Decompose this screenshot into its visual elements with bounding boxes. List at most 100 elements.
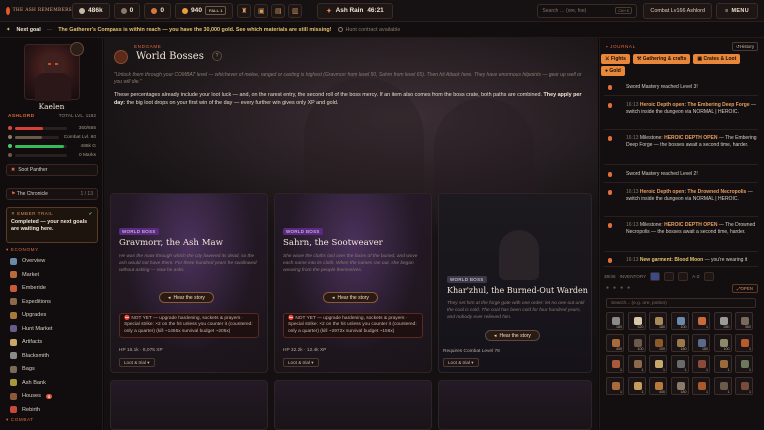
inventory-slot[interactable]: 1 (735, 355, 753, 373)
inventory-slot[interactable]: 180 (670, 376, 689, 395)
boss-card-locked (438, 380, 592, 430)
help-button[interactable]: ? (212, 51, 222, 61)
sort-button[interactable]: A-Z (692, 274, 699, 279)
fire-stat[interactable]: 940 FALL 1 (175, 2, 234, 19)
search-input[interactable]: Search … (ore, foe) Ctrl+K (537, 3, 638, 18)
hear-story-button[interactable]: ◂ Hear the story (485, 330, 540, 341)
inventory-slot[interactable]: 180 (606, 312, 624, 330)
inventory-slot[interactable]: 100 (627, 333, 646, 352)
tab-dot[interactable]: ● (606, 285, 609, 291)
history-button[interactable]: ↺ History (732, 42, 759, 51)
inventory-slot[interactable]: 1 (713, 376, 732, 395)
open-button[interactable]: ⤢ OPEN (732, 284, 758, 293)
heart-icon (8, 126, 12, 130)
inventory-slot[interactable]: 1 (692, 312, 710, 330)
world-boss-tag: WORLD BOSS (119, 228, 159, 235)
item-icon (633, 317, 642, 325)
filter-gathering[interactable]: ⚒ Gathering & crafts (632, 54, 691, 64)
sidebar-item-market[interactable]: Market (6, 269, 98, 281)
sidebar-item-label: Houses (22, 393, 41, 399)
inventory-search-input[interactable]: Search... (e.g. ore, potion) (606, 298, 756, 308)
brand[interactable]: THE ASH REMEMBERS (0, 6, 72, 15)
inventory-slot[interactable]: 100 (670, 312, 689, 330)
menu-button[interactable]: ≡ MENU (715, 2, 758, 19)
inventory-slot[interactable]: 1 (670, 355, 689, 373)
inventory-slot[interactable]: 1 (627, 376, 646, 395)
hear-story-button[interactable]: ◂ Hear the story (159, 292, 214, 303)
sidebar-item-ash-bank[interactable]: Ash Bank (6, 377, 98, 389)
pencil-icon[interactable] (703, 271, 714, 281)
sidebar-item-overview[interactable]: Overview (6, 255, 98, 267)
pet-panel[interactable]: ✖ Soot Panther (6, 164, 98, 176)
tab-dot[interactable]: ● (620, 285, 623, 291)
hunt-contract[interactable]: Hunt contract available (337, 27, 400, 33)
boss-card-sahrn[interactable]: WORLD BOSS Sahrn, the Sootweaver She wov… (274, 193, 432, 373)
tab-dot[interactable]: ● (613, 285, 616, 291)
rank-badge-icon[interactable] (70, 42, 84, 56)
inventory-slot[interactable]: 100 (713, 333, 732, 352)
filter-icon[interactable] (664, 271, 675, 281)
coins-stat[interactable]: 0 (113, 2, 141, 19)
grid-view-icon[interactable] (650, 271, 661, 281)
ember-trail-panel[interactable]: ✕ EMBER TRAIL ✔ Completed — your next goa… (6, 207, 98, 243)
ash-rain-timer[interactable]: ✦ Ash Rain 46:21 (317, 2, 393, 19)
sidebar-item-rebirth[interactable]: Rebirth (6, 404, 98, 416)
chronicle-panel[interactable]: ⚑ The Chronicle 1 / 13 (6, 188, 98, 200)
portrait-body (35, 73, 71, 101)
inventory-slot[interactable]: 1 (735, 333, 753, 352)
sidebar-item-upgrades[interactable]: Upgrades (6, 309, 98, 321)
loot-trial-button[interactable]: Loot & trial ▾ (119, 358, 155, 367)
chest-icon[interactable]: ▣ (254, 3, 269, 18)
play-icon: ◂ (168, 294, 171, 301)
book-icon[interactable]: ▥ (288, 3, 303, 18)
ash-stat[interactable]: 486k (72, 2, 110, 19)
boss-card-gravmorr[interactable]: WORLD BOSS Gravmorr, the Ash Maw He was … (110, 193, 268, 373)
filter-crates[interactable]: ▣ Crates & Loot (693, 54, 741, 64)
scroll-icon[interactable]: ▤ (271, 3, 286, 18)
gem-icon[interactable] (678, 271, 689, 281)
inventory-slot[interactable]: 1 (692, 355, 710, 373)
inventory-slot[interactable]: 1 (606, 355, 624, 373)
not-yet-warning: ⛔ NOT YET — upgrade hardening, sockets &… (283, 313, 423, 339)
boss-card-kharzhul[interactable]: WORLD BOSS Khar'zhul, the Burned-Out War… (438, 193, 592, 373)
inventory-slot[interactable]: 400 (606, 333, 624, 352)
sidebar-item-bags[interactable]: Bags (6, 363, 98, 375)
inventory-slot[interactable]: 180 (649, 312, 667, 330)
chronicle-count: 1 / 13 (80, 191, 93, 197)
inventory-slot[interactable]: 100 (649, 333, 667, 352)
loot-trial-button[interactable]: Loot & trial ▾ (283, 358, 319, 367)
sidebar-item-hunt-market[interactable]: Hunt Market (6, 323, 98, 335)
sidebar-item-emberide[interactable]: Emberide (6, 282, 98, 294)
loot-description: These percentages already include your l… (114, 91, 584, 107)
inventory-slot[interactable]: 1 (735, 376, 753, 395)
inventory-slot[interactable]: 440 (649, 376, 667, 395)
inventory-slot[interactable]: 180 (670, 333, 689, 352)
loot-trial-button[interactable]: Loot & trial ▾ (443, 358, 479, 367)
inventory-slot[interactable]: 360 (735, 312, 753, 330)
sidebar-item-houses[interactable]: Houses 8 (6, 390, 98, 402)
item-icon (612, 360, 620, 368)
not-yet-text: NOT YET — upgrade hardening, sockets & p… (288, 316, 417, 334)
combat-level-button[interactable]: Combat Lv166 Ashlord (643, 2, 712, 19)
inventory-slot[interactable]: 280 (713, 312, 732, 330)
inventory-slot[interactable]: 1 (627, 355, 646, 373)
trophy-icon[interactable]: ♜ (237, 3, 252, 18)
item-icon (719, 317, 728, 325)
sidebar-item-expeditions[interactable]: Expeditions (6, 296, 98, 308)
sidebar-item-blacksmith[interactable]: Blacksmith (6, 350, 98, 362)
inventory-slot[interactable]: 180 (692, 333, 710, 352)
goal-text[interactable]: The Gatherer's Compass is within reach —… (58, 27, 331, 33)
filter-gold[interactable]: ● Gold (601, 66, 625, 76)
filter-fights[interactable]: ⚔ Fights (601, 54, 630, 64)
hear-story-button[interactable]: ◂ Hear the story (323, 292, 378, 303)
item-count: 1 (727, 389, 730, 394)
inventory-slot[interactable]: 1 (606, 376, 624, 395)
inventory-slot[interactable]: 1 (713, 355, 732, 373)
goal-star-icon: ✦ (6, 26, 11, 33)
embers-stat[interactable]: 0 (144, 2, 172, 19)
inventory-slot[interactable]: 1 (649, 355, 667, 373)
inventory-slot[interactable]: 1 (692, 376, 710, 395)
tab-dot[interactable]: ● (627, 285, 630, 291)
sidebar-item-artifacts[interactable]: Artifacts (6, 336, 98, 348)
inventory-slot[interactable]: 520 (627, 312, 646, 330)
